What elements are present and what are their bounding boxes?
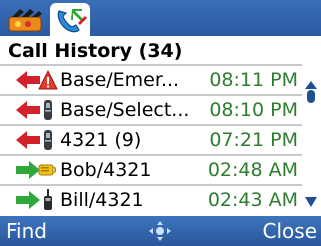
tab-contacts[interactable] xyxy=(6,3,46,36)
close-softkey[interactable]: Close xyxy=(263,219,317,243)
call-entry[interactable]: Base/Emer... 08:11 PM xyxy=(0,64,302,94)
call-entry[interactable]: Base/Select... 08:10 PM xyxy=(0,94,302,124)
call-time: 08:11 PM xyxy=(209,69,298,91)
call-time: 07:21 PM xyxy=(209,129,298,151)
handset-icon xyxy=(44,100,52,120)
call-entry[interactable]: Bob/4321 02:48 AM xyxy=(0,154,302,184)
call-history-tab-icon xyxy=(57,9,87,33)
page-title: Call History (34) xyxy=(8,40,183,62)
caller-name: Bill/4321 xyxy=(60,189,144,211)
tab-call-history[interactable] xyxy=(50,3,90,36)
find-softkey[interactable]: Find xyxy=(6,219,47,243)
call-time: 02:48 AM xyxy=(207,159,298,181)
alert-icon xyxy=(38,69,58,90)
softkey-bar: Find Close xyxy=(0,216,321,246)
contacts-tab-icon xyxy=(8,9,42,32)
call-history-list[interactable]: Base/Emer... 08:11 PM Base/Select... 08:… xyxy=(0,64,321,214)
call-entry[interactable]: 4321 (9) 07:21 PM xyxy=(0,124,302,154)
scroll-up-arrow-icon[interactable] xyxy=(304,80,318,104)
navigation-pad-icon xyxy=(149,221,171,241)
speaker-icon xyxy=(38,164,57,176)
scroll-down-arrow-icon[interactable] xyxy=(304,196,318,208)
caller-name: 4321 (9) xyxy=(60,129,142,151)
walkie-icon xyxy=(44,189,52,210)
call-entry[interactable]: Bill/4321 02:43 AM xyxy=(0,184,302,214)
caller-name: Bob/4321 xyxy=(60,159,152,181)
caller-name: Base/Select... xyxy=(60,99,190,121)
call-time: 08:10 PM xyxy=(209,99,298,121)
tab-bar xyxy=(0,0,321,36)
caller-name: Base/Emer... xyxy=(60,69,180,91)
call-time: 02:43 AM xyxy=(207,189,298,211)
page-header: Call History (34) xyxy=(0,36,321,64)
handset-icon xyxy=(44,130,52,150)
